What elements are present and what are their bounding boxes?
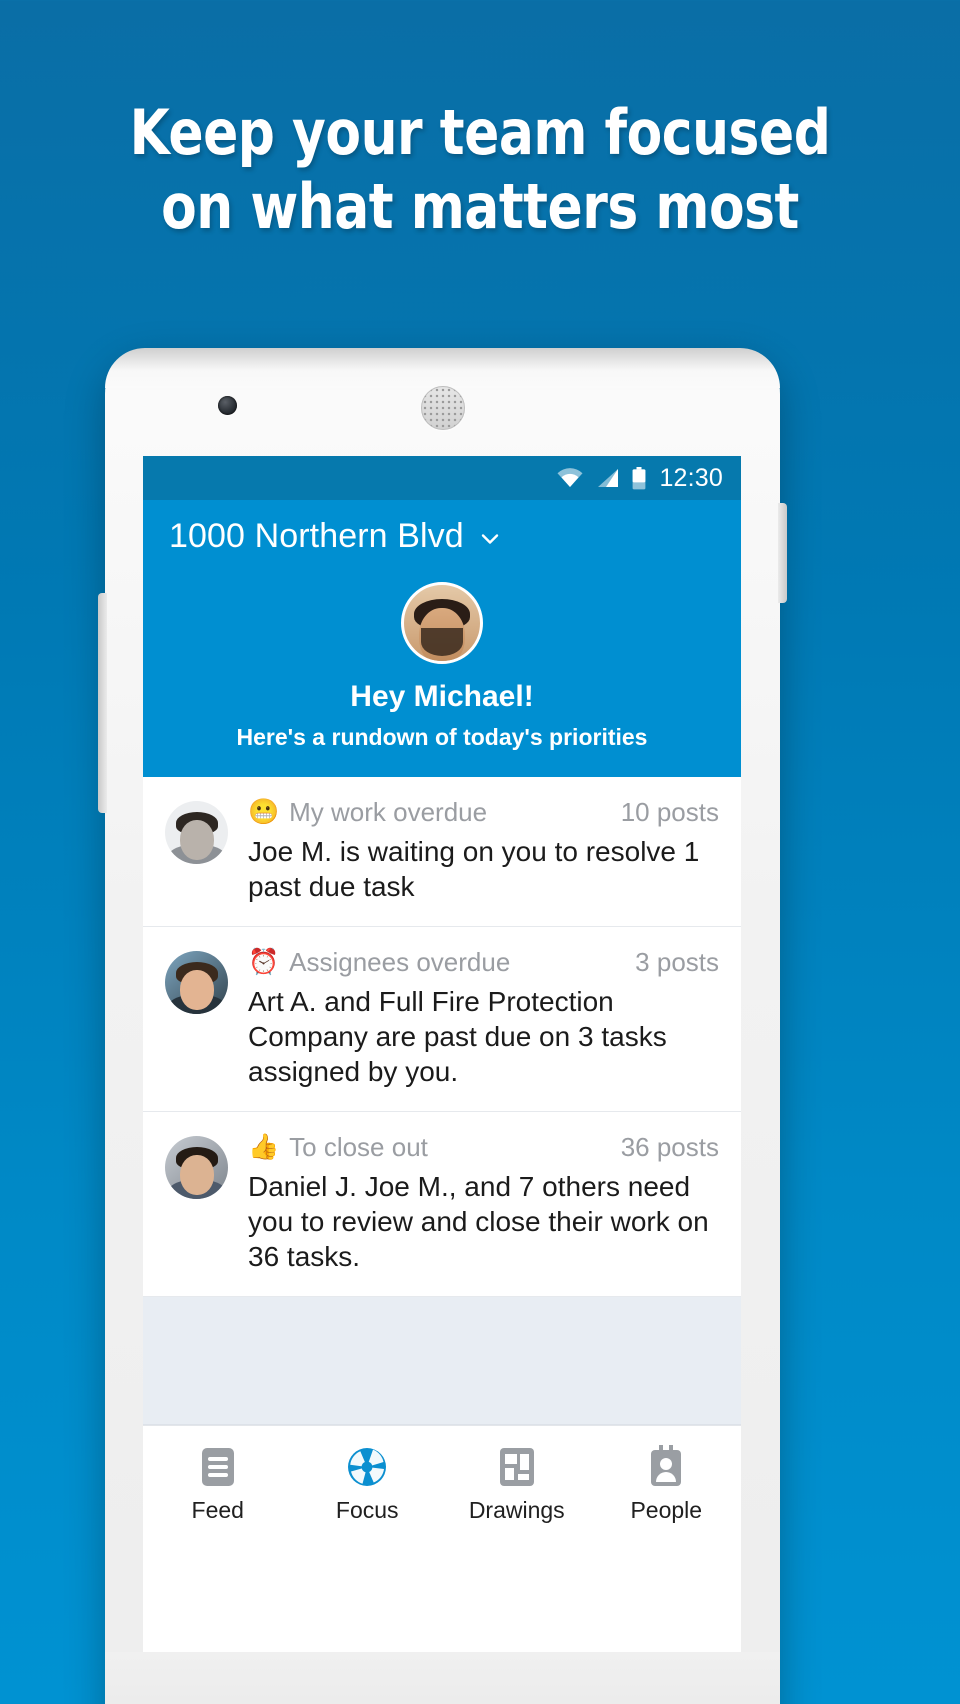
thumbs-up-emoji: 👍 [248,1133,280,1161]
chevron-down-icon[interactable] [479,528,501,550]
phone-top-bezel [105,348,780,388]
wifi-icon [557,468,583,488]
front-camera-icon [218,396,237,415]
feed-empty-area [143,1297,741,1425]
nav-item-drawings[interactable]: Drawings [442,1442,592,1524]
avatar [165,801,228,864]
list-item[interactable]: ⏰ Assignees overdue 3 posts Art A. and F… [143,927,741,1112]
nav-label: Feed [191,1497,244,1523]
volume-button[interactable] [98,593,107,813]
avatar [165,1136,228,1199]
card-text: Joe M. is waiting on you to resolve 1 pa… [248,836,700,902]
nav-label: Drawings [468,1497,565,1523]
floorplan-icon [442,1442,592,1492]
status-bar: 12:30 [143,456,741,500]
card-text: Art A. and Full Fire Protection Company … [248,986,667,1087]
aperture-icon [293,1442,443,1492]
hero-section: 1000 Northern Blvd Hey Michael! Here's a… [143,500,741,777]
card-post-count: 36 posts [620,1132,719,1162]
earpiece-speaker-icon [421,386,465,430]
alarm-clock-emoji: ⏰ [248,948,280,976]
battery-icon [632,466,646,490]
nav-label: People [630,1497,703,1523]
phone-bottom-bezel [105,1652,780,1704]
promo-headline: Keep your team focused on what matters m… [34,96,927,244]
nav-item-feed[interactable]: Feed [143,1442,293,1524]
grimacing-face-emoji: 😬 [248,798,280,826]
power-button[interactable] [778,503,787,603]
phone-mockup: 12:30 1000 Northern Blvd Hey Michael! He… [98,348,787,1704]
greeting-text: Hey Michael! [350,680,534,713]
avatar[interactable] [401,582,483,664]
greeting-subtitle: Here's a rundown of today's priorities [236,724,648,750]
list-item[interactable]: 👍 To close out 36 posts Daniel J. Joe M.… [143,1112,741,1297]
list-item[interactable]: 😬 My work overdue 10 posts Joe M. is wai… [143,777,741,927]
nav-item-focus[interactable]: Focus [293,1442,443,1524]
id-badge-icon [592,1442,742,1492]
project-title[interactable]: 1000 Northern Blvd [169,517,464,556]
card-post-count: 3 posts [635,947,719,977]
app-bar: 1000 Northern Blvd [143,500,741,572]
nav-item-people[interactable]: People [592,1442,742,1524]
headline-line-2: on what matters most [161,170,799,243]
bottom-navigation: Feed Focus Drawings People [143,1425,741,1545]
card-post-count: 10 posts [620,797,719,827]
cell-signal-icon [596,468,619,488]
headline-line-1: Keep your team focused [129,96,831,169]
phone-screen: 12:30 1000 Northern Blvd Hey Michael! He… [143,456,741,1652]
card-category: To close out [289,1132,428,1162]
hero-body: Hey Michael! Here's a rundown of today's… [143,572,741,751]
feed-list: 😬 My work overdue 10 posts Joe M. is wai… [143,777,741,1425]
card-category: My work overdue [289,797,488,827]
card-text: Daniel J. Joe M., and 7 others need you … [248,1171,709,1272]
avatar [165,951,228,1014]
card-category: Assignees overdue [289,947,511,977]
status-clock: 12:30 [659,463,723,492]
feed-list-icon [143,1442,293,1492]
nav-label: Focus [335,1497,399,1523]
